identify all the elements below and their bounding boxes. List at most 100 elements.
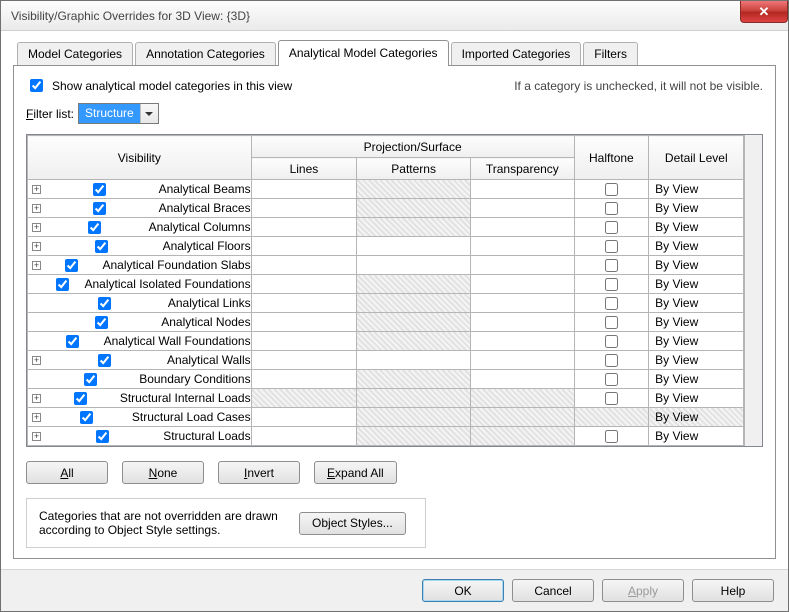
expand-all-button[interactable]: Expand All (314, 461, 397, 484)
expand-icon[interactable]: + (32, 261, 41, 270)
halftone-cell[interactable] (574, 294, 649, 313)
ok-button[interactable]: OK (422, 579, 504, 602)
lines-cell[interactable] (251, 199, 357, 218)
halftone-cell[interactable] (574, 427, 649, 446)
show-categories-label[interactable]: Show analytical model categories in this… (26, 76, 292, 95)
halftone-checkbox[interactable] (605, 221, 618, 234)
lines-cell[interactable] (251, 218, 357, 237)
grid-scrollbar-gutter[interactable] (744, 135, 762, 446)
patterns-cell[interactable] (357, 332, 471, 351)
halftone-checkbox[interactable] (605, 259, 618, 272)
transparency-cell[interactable] (471, 313, 575, 332)
tab-imported-categories[interactable]: Imported Categories (451, 42, 582, 66)
halftone-cell[interactable] (574, 408, 649, 427)
patterns-cell[interactable] (357, 389, 471, 408)
col-transparency[interactable]: Transparency (471, 158, 575, 180)
detail-level-cell[interactable]: By View (649, 218, 744, 237)
patterns-cell[interactable] (357, 294, 471, 313)
patterns-cell[interactable] (357, 237, 471, 256)
patterns-cell[interactable] (357, 313, 471, 332)
cancel-button[interactable]: Cancel (512, 579, 594, 602)
table-row[interactable]: Analytical NodesBy View (28, 313, 744, 332)
detail-level-cell[interactable]: By View (649, 313, 744, 332)
detail-level-cell[interactable]: By View (649, 180, 744, 199)
halftone-checkbox[interactable] (605, 278, 618, 291)
detail-level-cell[interactable]: By View (649, 237, 744, 256)
transparency-cell[interactable] (471, 370, 575, 389)
lines-cell[interactable] (251, 427, 357, 446)
row-visibility-checkbox[interactable] (84, 373, 97, 386)
halftone-checkbox[interactable] (605, 240, 618, 253)
filter-list-combo[interactable]: Structure (78, 103, 159, 124)
table-row[interactable]: +Analytical ColumnsBy View (28, 218, 744, 237)
halftone-cell[interactable] (574, 199, 649, 218)
table-row[interactable]: Analytical LinksBy View (28, 294, 744, 313)
col-lines[interactable]: Lines (251, 158, 357, 180)
none-button[interactable]: None (122, 461, 204, 484)
transparency-cell[interactable] (471, 427, 575, 446)
halftone-cell[interactable] (574, 332, 649, 351)
detail-level-cell[interactable]: By View (649, 389, 744, 408)
transparency-cell[interactable] (471, 332, 575, 351)
detail-level-cell[interactable]: By View (649, 408, 744, 427)
show-categories-checkbox[interactable] (30, 79, 43, 92)
halftone-checkbox[interactable] (605, 183, 618, 196)
expand-icon[interactable]: + (32, 413, 41, 422)
expand-icon[interactable]: + (32, 242, 41, 251)
help-button[interactable]: Help (692, 579, 774, 602)
halftone-cell[interactable] (574, 389, 649, 408)
close-button[interactable]: ✕ (740, 1, 788, 23)
halftone-checkbox[interactable] (605, 392, 618, 405)
halftone-checkbox[interactable] (605, 202, 618, 215)
lines-cell[interactable] (251, 180, 357, 199)
detail-level-cell[interactable]: By View (649, 370, 744, 389)
detail-level-cell[interactable]: By View (649, 351, 744, 370)
row-visibility-checkbox[interactable] (93, 183, 106, 196)
detail-level-cell[interactable]: By View (649, 275, 744, 294)
lines-cell[interactable] (251, 332, 357, 351)
halftone-checkbox[interactable] (605, 354, 618, 367)
filter-list-arrow[interactable] (140, 104, 158, 123)
row-visibility-checkbox[interactable] (88, 221, 101, 234)
tab-model-categories[interactable]: Model Categories (17, 42, 133, 66)
col-detail-level[interactable]: Detail Level (649, 136, 744, 180)
tab-filters[interactable]: Filters (583, 42, 638, 66)
row-visibility-checkbox[interactable] (95, 316, 108, 329)
row-visibility-checkbox[interactable] (80, 411, 93, 424)
transparency-cell[interactable] (471, 218, 575, 237)
transparency-cell[interactable] (471, 408, 575, 427)
expand-icon[interactable]: + (32, 223, 41, 232)
row-visibility-checkbox[interactable] (56, 278, 69, 291)
transparency-cell[interactable] (471, 294, 575, 313)
lines-cell[interactable] (251, 408, 357, 427)
lines-cell[interactable] (251, 389, 357, 408)
detail-level-cell[interactable]: By View (649, 256, 744, 275)
halftone-checkbox[interactable] (605, 316, 618, 329)
transparency-cell[interactable] (471, 389, 575, 408)
patterns-cell[interactable] (357, 408, 471, 427)
table-row[interactable]: Analytical Wall FoundationsBy View (28, 332, 744, 351)
transparency-cell[interactable] (471, 275, 575, 294)
transparency-cell[interactable] (471, 256, 575, 275)
row-visibility-checkbox[interactable] (98, 297, 111, 310)
lines-cell[interactable] (251, 237, 357, 256)
row-visibility-checkbox[interactable] (95, 240, 108, 253)
halftone-cell[interactable] (574, 275, 649, 294)
detail-level-cell[interactable]: By View (649, 332, 744, 351)
table-row[interactable]: +Structural Internal LoadsBy View (28, 389, 744, 408)
transparency-cell[interactable] (471, 199, 575, 218)
col-visibility[interactable]: Visibility (28, 136, 252, 180)
halftone-cell[interactable] (574, 237, 649, 256)
table-row[interactable]: +Analytical FloorsBy View (28, 237, 744, 256)
detail-level-cell[interactable]: By View (649, 427, 744, 446)
tab-annotation-categories[interactable]: Annotation Categories (135, 42, 276, 66)
table-row[interactable]: +Analytical Foundation SlabsBy View (28, 256, 744, 275)
expand-icon[interactable]: + (32, 185, 41, 194)
lines-cell[interactable] (251, 294, 357, 313)
object-styles-button[interactable]: Object Styles... (299, 512, 406, 535)
halftone-cell[interactable] (574, 351, 649, 370)
patterns-cell[interactable] (357, 427, 471, 446)
halftone-cell[interactable] (574, 256, 649, 275)
transparency-cell[interactable] (471, 351, 575, 370)
apply-button[interactable]: Apply (602, 579, 684, 602)
